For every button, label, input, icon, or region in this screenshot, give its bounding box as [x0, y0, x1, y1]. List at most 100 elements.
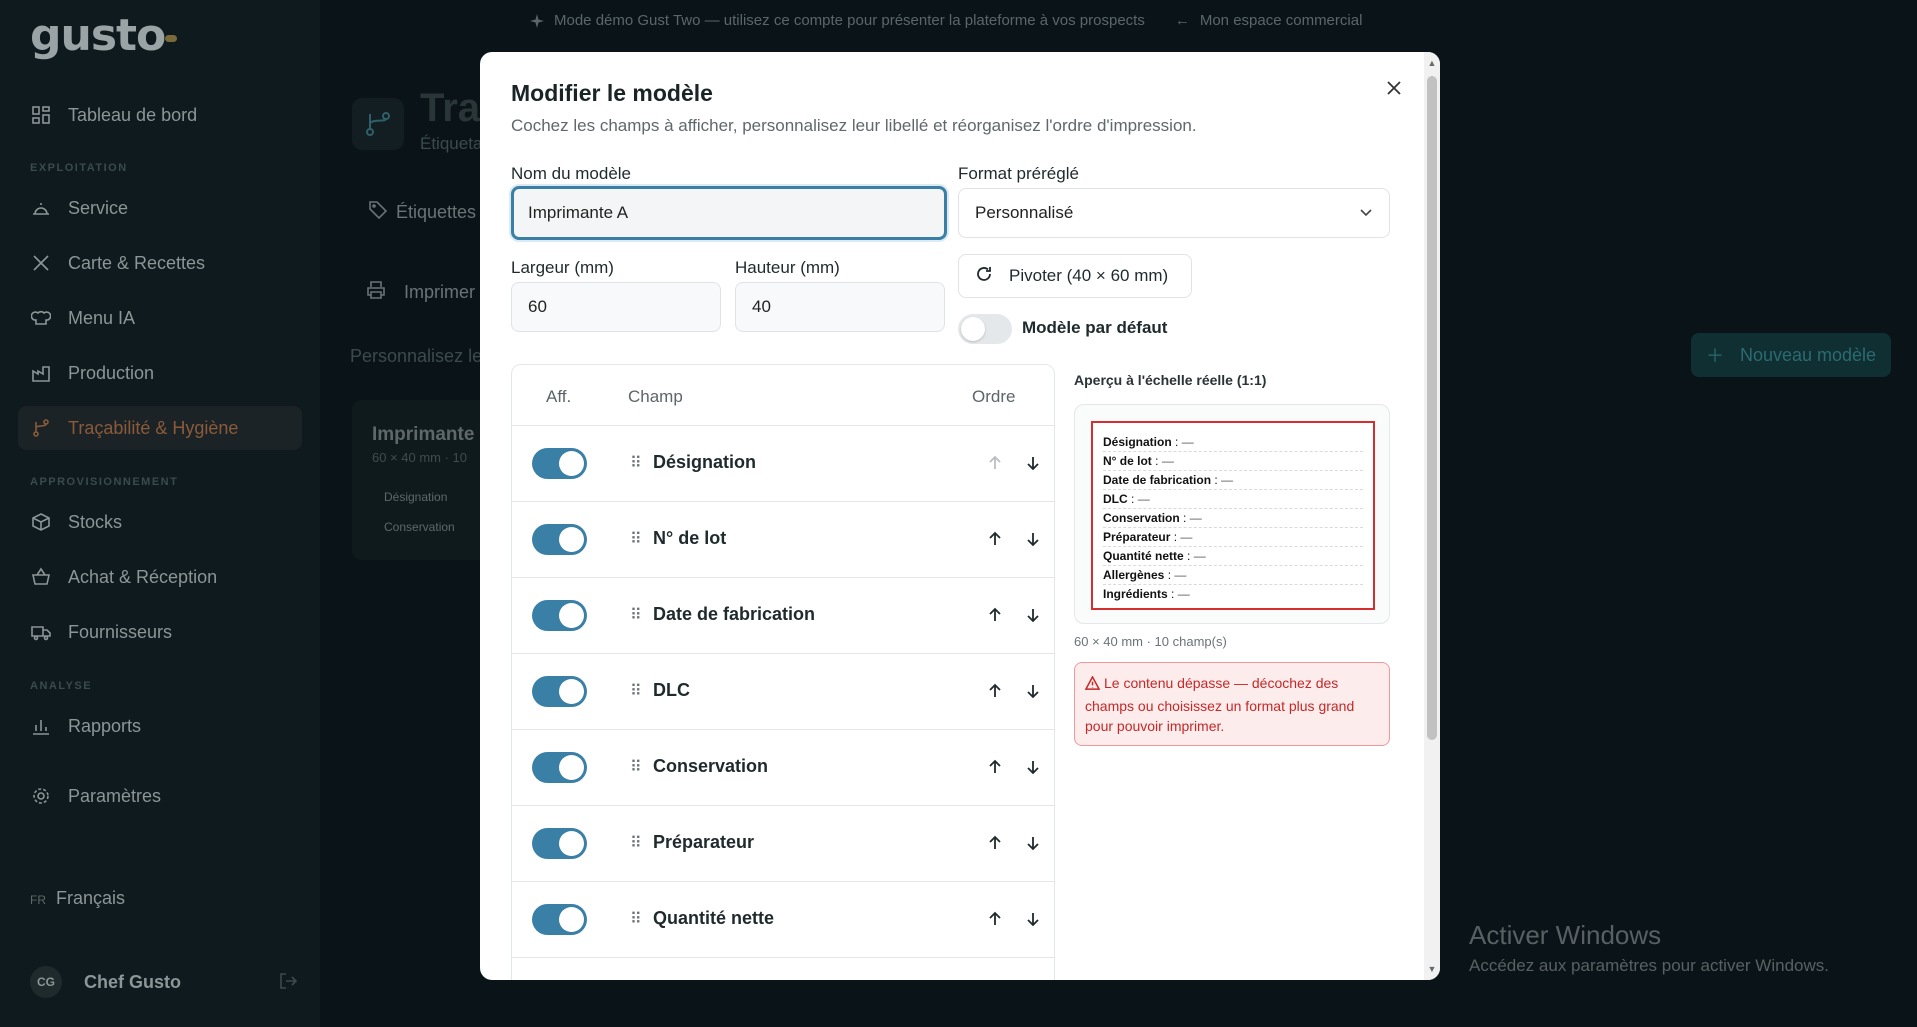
- tab-etiquettes[interactable]: Étiquettes: [368, 200, 476, 225]
- preview-field-value: —: [1137, 492, 1150, 506]
- drag-handle-icon[interactable]: ⠿: [630, 681, 642, 701]
- arrow-up-icon[interactable]: [984, 832, 1006, 854]
- table-row: ⠿ Désignation: [512, 425, 1054, 501]
- commercial-space-label: Mon espace commercial: [1199, 12, 1363, 29]
- table-row: ⠿ N° de lot: [512, 501, 1054, 577]
- label-preview: Désignation : — N° de lot : — Date de fa…: [1091, 421, 1375, 610]
- preview-field: N° de lot : —: [1103, 452, 1363, 471]
- preview-field-name: DLC: [1103, 492, 1128, 506]
- preview-title: Aperçu à l'échelle réelle (1:1): [1074, 372, 1267, 388]
- tab-label: Étiquettes: [396, 202, 477, 222]
- page-hint: Personnalisez le: [350, 346, 483, 366]
- sidebar-item-rapports[interactable]: Rapports: [18, 704, 302, 748]
- show-field-toggle[interactable]: [532, 752, 587, 783]
- show-field-toggle[interactable]: [532, 828, 587, 859]
- arrow-down-icon[interactable]: [1022, 756, 1044, 778]
- sidebar-item-label: Tableau de bord: [68, 104, 198, 125]
- template-name-input[interactable]: Imprimante A: [511, 186, 947, 240]
- arrow-down-icon[interactable]: [1022, 604, 1044, 626]
- preview-field: Conservation : —: [1103, 509, 1363, 528]
- user-profile: CG Chef Gusto: [30, 966, 300, 998]
- sparkle-icon: [530, 13, 544, 28]
- table-row: ⠿ DLC: [512, 653, 1054, 729]
- col-header-order: Ordre: [972, 387, 1016, 406]
- section-analyse: ANALYSE: [30, 680, 93, 692]
- preview-field: Désignation : —: [1103, 433, 1363, 452]
- sidebar-item-parametres[interactable]: Paramètres: [18, 774, 302, 818]
- sidebar-item-label: Achat & Réception: [68, 566, 218, 587]
- branch-icon: [366, 112, 390, 136]
- preview-field-value: —: [1177, 587, 1190, 601]
- sidebar-item-dashboard[interactable]: Tableau de bord: [18, 93, 302, 137]
- sidebar-item-achat-reception[interactable]: Achat & Réception: [18, 555, 302, 599]
- language-code: FR: [30, 893, 46, 907]
- logout-icon[interactable]: [278, 971, 300, 993]
- arrow-down-icon[interactable]: [1022, 832, 1044, 854]
- field-name: N° de lot: [653, 528, 727, 548]
- chevron-down-icon: [1359, 203, 1373, 223]
- drag-handle-icon[interactable]: ⠿: [630, 757, 642, 777]
- drag-handle-icon[interactable]: ⠿: [630, 605, 642, 625]
- height-input[interactable]: 40: [735, 282, 945, 332]
- sidebar-item-menu-ia[interactable]: Menu IA: [18, 296, 302, 340]
- avatar[interactable]: CG: [30, 966, 62, 998]
- table-row: ⠿ Préparateur: [512, 805, 1054, 881]
- drag-handle-icon[interactable]: ⠿: [630, 453, 642, 473]
- arrow-down-icon[interactable]: [1022, 452, 1044, 474]
- sidebar-item-production[interactable]: Production: [18, 351, 302, 395]
- sidebar-item-service[interactable]: Service: [18, 186, 302, 230]
- demo-mode-text: Mode démo Gust Two — utilisez ce compte …: [554, 12, 1145, 29]
- scroll-up-icon[interactable]: ▲: [1427, 58, 1437, 68]
- template-card[interactable]: Imprimante 60 × 40 mm · 10 Désignation C…: [352, 400, 492, 560]
- arrow-up-icon[interactable]: [984, 452, 1006, 474]
- commercial-space-link[interactable]: ← Mon espace commercial: [1175, 12, 1363, 29]
- arrow-up-icon[interactable]: [984, 528, 1006, 550]
- gear-icon: [30, 785, 52, 807]
- warning-icon: [1084, 675, 1101, 696]
- page-subtitle: Étiqueta: [420, 134, 483, 153]
- show-field-toggle[interactable]: [532, 524, 587, 555]
- show-field-toggle[interactable]: [532, 600, 587, 631]
- language-selector[interactable]: FR Français: [30, 888, 125, 909]
- show-field-toggle[interactable]: [532, 904, 587, 935]
- logo-dot: [165, 35, 177, 42]
- drag-handle-icon[interactable]: ⠿: [630, 529, 642, 549]
- toggle-knob: [559, 907, 584, 932]
- show-field-toggle[interactable]: [532, 676, 587, 707]
- sidebar-item-label: Service: [68, 197, 129, 218]
- drag-handle-icon[interactable]: ⠿: [630, 909, 642, 929]
- sidebar-item-label: Menu IA: [68, 307, 136, 328]
- new-model-button[interactable]: ＋ Nouveau modèle: [1691, 333, 1891, 377]
- close-icon[interactable]: [1380, 74, 1408, 102]
- arrow-down-icon[interactable]: [1022, 528, 1044, 550]
- bar-chart-icon: [30, 715, 52, 737]
- box-icon: [30, 511, 52, 533]
- sidebar-item-tracabilite[interactable]: Traçabilité & Hygiène: [18, 406, 302, 450]
- table-row: ⠿ Quantité nette: [512, 881, 1054, 957]
- default-template-toggle[interactable]: [958, 314, 1012, 344]
- arrow-up-icon[interactable]: [984, 908, 1006, 930]
- scroll-down-icon[interactable]: ▼: [1427, 964, 1437, 974]
- preview-field-name: Date de fabrication: [1103, 473, 1212, 487]
- language-label: Français: [56, 888, 126, 908]
- width-input[interactable]: 60: [511, 282, 721, 332]
- preview-field-name: Quantité nette: [1103, 549, 1184, 563]
- format-select[interactable]: Personnalisé: [958, 188, 1390, 238]
- gusto-logo[interactable]: gusto: [30, 10, 166, 61]
- sidebar-item-label: Carte & Recettes: [68, 252, 206, 273]
- height-label: Hauteur (mm): [735, 258, 840, 277]
- show-field-toggle[interactable]: [532, 448, 587, 479]
- sidebar-item-stocks[interactable]: Stocks: [18, 500, 302, 544]
- sidebar-item-fournisseurs[interactable]: Fournisseurs: [18, 610, 302, 654]
- arrow-down-icon[interactable]: [1022, 680, 1044, 702]
- template-card-subtitle: 60 × 40 mm · 10: [372, 450, 468, 465]
- arrow-down-icon[interactable]: [1022, 908, 1044, 930]
- drag-handle-icon[interactable]: ⠿: [630, 833, 642, 853]
- field-name: Quantité nette: [653, 908, 775, 928]
- sidebar-item-carte-recettes[interactable]: Carte & Recettes: [18, 241, 302, 285]
- arrow-up-icon[interactable]: [984, 680, 1006, 702]
- arrow-up-icon[interactable]: [984, 756, 1006, 778]
- scrollbar-thumb[interactable]: [1427, 76, 1437, 740]
- arrow-up-icon[interactable]: [984, 604, 1006, 626]
- rotate-button[interactable]: Pivoter (40 × 60 mm): [958, 254, 1192, 298]
